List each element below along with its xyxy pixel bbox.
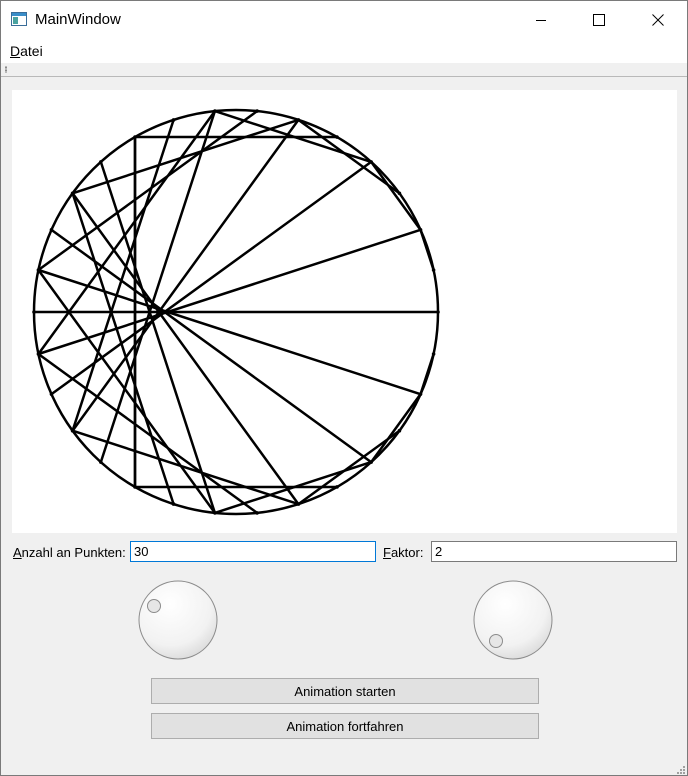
menu-bar: Datei (1, 39, 687, 63)
chord-line (297, 118, 401, 195)
drawing-canvas (12, 90, 677, 533)
circle-point (99, 460, 103, 464)
chord-line (419, 352, 435, 396)
chord-line (37, 268, 422, 396)
toolbar (1, 63, 687, 77)
main-window: MainWindow Datei Anzahl an Punkten: Fakt… (0, 0, 688, 776)
close-button[interactable] (629, 1, 687, 39)
circle-point (431, 268, 436, 272)
circle-point (49, 228, 54, 232)
circle-point (32, 310, 36, 314)
menu-datei-label: atei (20, 43, 43, 59)
toolbar-grip-handle[interactable] (5, 66, 7, 73)
points-count-input[interactable] (130, 541, 376, 562)
points-dial[interactable] (137, 579, 219, 661)
start-animation-button[interactable]: Animation starten (151, 678, 539, 704)
factor-label: Faktor: (383, 545, 423, 560)
factor-input[interactable] (431, 541, 677, 562)
circle-point (397, 428, 402, 433)
maximize-button[interactable] (570, 1, 628, 39)
menu-datei[interactable]: Datei (9, 43, 44, 59)
circle-point (99, 160, 103, 164)
chord-line (369, 392, 422, 464)
chord-line (419, 228, 435, 272)
app-window-icon (11, 12, 27, 26)
minimize-button[interactable] (512, 1, 570, 39)
circle-point (335, 485, 339, 489)
chord-line (297, 429, 401, 506)
points-count-label-text: nzahl an Punkten: (21, 545, 126, 560)
chord-line (37, 352, 259, 515)
title-bar[interactable]: MainWindow (1, 1, 687, 39)
close-icon (652, 14, 664, 26)
times-table-drawing (32, 108, 440, 516)
minimize-icon (536, 20, 546, 21)
circle-point (335, 135, 339, 139)
circle-point (171, 502, 176, 506)
points-dial-knob[interactable] (147, 599, 161, 613)
circle-point (255, 109, 259, 113)
circle-point (255, 511, 259, 515)
continue-animation-button[interactable]: Animation fortfahren (151, 713, 539, 739)
maximize-icon (593, 14, 605, 26)
factor-dial[interactable] (472, 579, 554, 661)
resize-grip-icon[interactable] (676, 765, 686, 775)
window-title: MainWindow (35, 11, 121, 28)
menu-datei-mnemonic: D (10, 43, 21, 59)
factor-dial-knob[interactable] (489, 634, 503, 648)
chord-line (37, 228, 422, 356)
chord-line (37, 109, 259, 272)
chord-line (369, 160, 422, 232)
circle-point (49, 392, 54, 396)
points-count-label-mnemonic: A (13, 545, 22, 560)
circle-point (171, 118, 176, 122)
factor-label-mnemonic: F (383, 545, 391, 560)
factor-label-text: aktor: (390, 545, 424, 560)
chord-line (71, 192, 175, 506)
circle-point (431, 352, 436, 356)
points-count-label: Anzahl an Punkten: (13, 545, 126, 560)
circle-point (397, 191, 402, 196)
